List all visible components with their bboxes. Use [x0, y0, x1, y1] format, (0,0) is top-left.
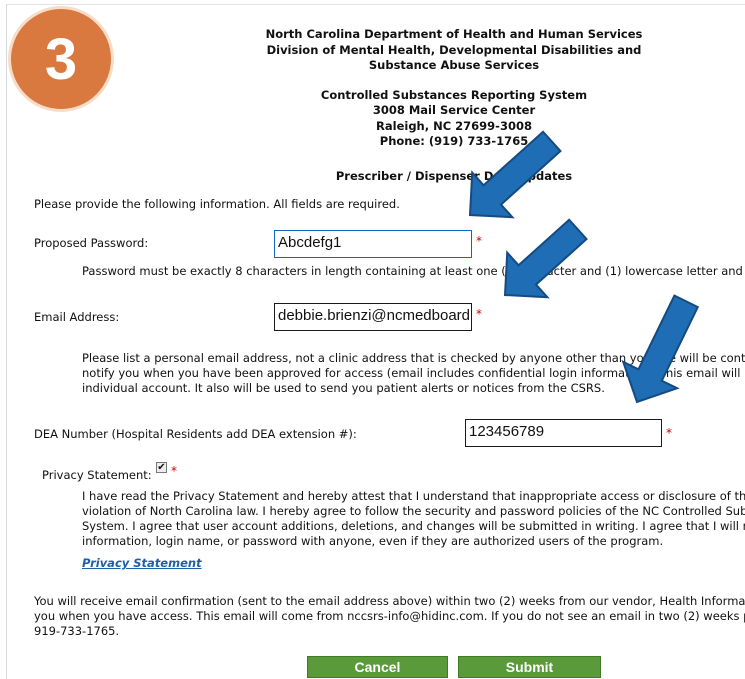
annotation-arrows	[468, 130, 700, 404]
arrow-to-dea-icon	[621, 294, 700, 404]
arrow-to-email-icon	[503, 218, 588, 299]
arrow-to-password-icon	[468, 130, 562, 219]
